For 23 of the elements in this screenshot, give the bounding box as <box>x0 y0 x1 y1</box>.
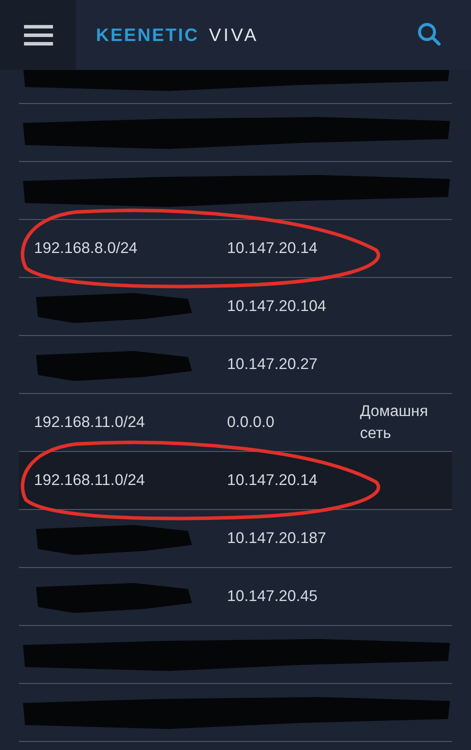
gateway-text: 10.147.20.104 <box>227 298 328 316</box>
network-text: 192.168.8.0/24 <box>33 240 138 258</box>
route-row[interactable]: 192.168.8.0/24 10.147.20.14 <box>19 220 452 278</box>
gateway-text: 0.0.0.0 <box>227 414 276 432</box>
route-row[interactable]: 10.147.20.27 <box>19 336 452 394</box>
gateway-text: 10.147.20.45 <box>227 588 319 606</box>
network-text: 192.168.11.0/24 <box>33 472 146 490</box>
network-text: 192.168.11.0/24 <box>33 414 146 432</box>
interface-text: Домашня сеть <box>360 402 429 444</box>
menu-icon <box>24 24 52 46</box>
brand-logo: KEENETIC <box>96 24 200 46</box>
gateway-text: 10.147.20.14 <box>227 240 319 258</box>
model-name: VIVA <box>209 24 259 46</box>
route-row[interactable]: 10.147.20.187 <box>19 510 452 568</box>
search-button[interactable] <box>417 22 443 48</box>
gateway-text: 10.147.20.14 <box>227 472 319 490</box>
route-row[interactable]: 192.168.11.0/24 10.147.20.14 <box>19 452 452 510</box>
route-row[interactable]: 10.147.20.104 <box>19 278 452 336</box>
route-row[interactable]: 10.147.20.45 <box>19 568 452 626</box>
gateway-text: 10.147.20.187 <box>227 530 328 548</box>
gateway-text: 10.147.20.27 <box>227 356 319 374</box>
search-icon <box>417 22 441 46</box>
menu-button[interactable] <box>0 0 76 70</box>
